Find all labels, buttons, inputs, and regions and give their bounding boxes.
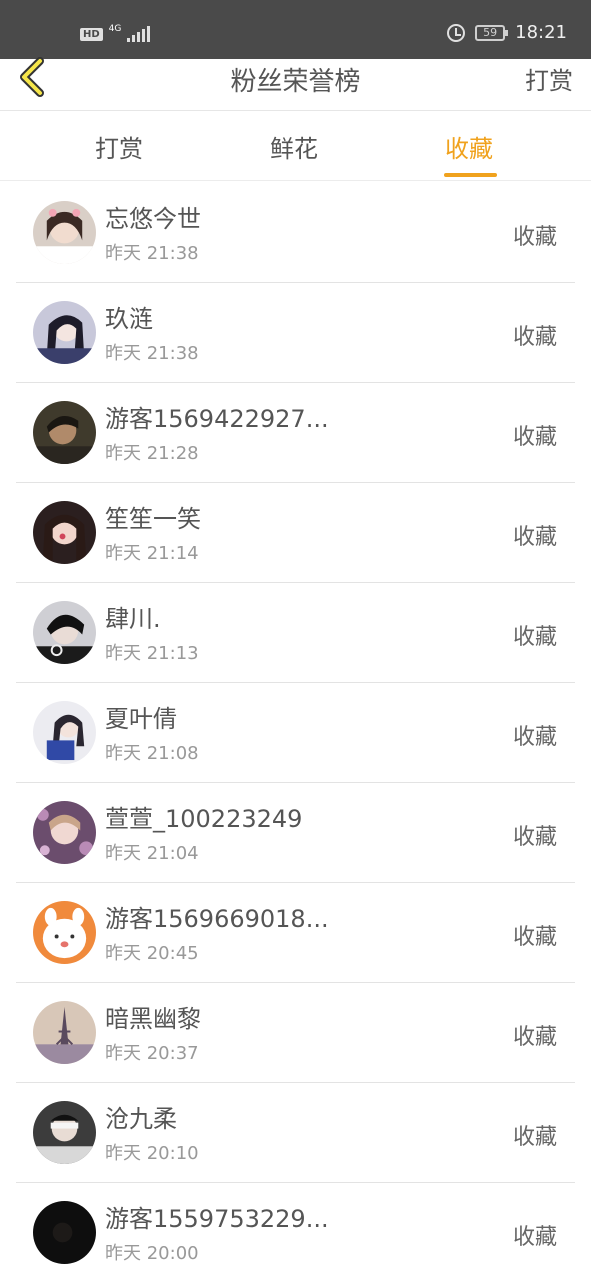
user-name: 游客1559753229... xyxy=(105,1205,329,1233)
page-title: 粉丝荣誉榜 xyxy=(230,67,361,97)
user-name: 笙笙一笑 xyxy=(105,505,201,533)
tab-reward[interactable]: 打赏 xyxy=(95,129,143,164)
timestamp: 昨天 21:04 xyxy=(105,843,199,864)
timestamp: 昨天 20:10 xyxy=(105,1143,199,1164)
list-item[interactable]: 笙笙一笑 昨天 21:14 收藏 xyxy=(0,483,591,583)
status-bar: HD 4G 59 18:21 xyxy=(0,0,591,59)
action-label: 收藏 xyxy=(512,525,557,550)
avatar xyxy=(33,801,96,864)
avatar xyxy=(33,901,96,964)
active-tab-indicator xyxy=(444,173,497,177)
user-name: 游客1569422927... xyxy=(105,405,329,433)
avatar xyxy=(33,1201,96,1264)
tab-bar: 打赏 鲜花 收藏 xyxy=(0,111,591,181)
battery-icon: 59 xyxy=(475,24,509,41)
hd-badge: HD xyxy=(80,27,103,41)
list-item[interactable]: 游客1559753229... 昨天 20:00 收藏 xyxy=(0,1183,591,1280)
avatar xyxy=(33,701,96,764)
list-item[interactable]: 玖涟 昨天 21:38 收藏 xyxy=(0,283,591,383)
action-label: 收藏 xyxy=(512,725,557,750)
timestamp: 昨天 20:37 xyxy=(105,1043,199,1064)
signal-icon xyxy=(127,26,151,42)
user-name: 玖涟 xyxy=(105,305,153,333)
avatar xyxy=(33,401,96,464)
list-item[interactable]: 沧九柔 昨天 20:10 收藏 xyxy=(0,1083,591,1183)
action-label: 收藏 xyxy=(512,925,557,950)
list-item[interactable]: 游客1569669018... 昨天 20:45 收藏 xyxy=(0,883,591,983)
action-label: 收藏 xyxy=(512,1125,557,1150)
user-name: 夏叶倩 xyxy=(105,705,177,733)
avatar xyxy=(33,201,96,264)
action-label: 收藏 xyxy=(512,425,557,450)
clock: 18:21 xyxy=(515,22,567,43)
status-left: HD 4G xyxy=(80,23,151,42)
avatar xyxy=(33,1101,96,1164)
network-label: 4G xyxy=(108,23,122,34)
nav-bar: 粉丝荣誉榜 打赏 xyxy=(0,57,591,111)
timestamp: 昨天 20:00 xyxy=(105,1243,199,1264)
list-item[interactable]: 忘悠今世 昨天 21:38 收藏 xyxy=(0,183,591,283)
tab-favorites[interactable]: 收藏 xyxy=(445,129,493,164)
timestamp: 昨天 21:38 xyxy=(105,243,199,264)
avatar xyxy=(33,1001,96,1064)
reward-button[interactable]: 打赏 xyxy=(525,61,573,96)
tab-flowers[interactable]: 鲜花 xyxy=(270,129,318,164)
list-item[interactable]: 肆川. 昨天 21:13 收藏 xyxy=(0,583,591,683)
user-name: 暗黑幽黎 xyxy=(105,1005,201,1033)
avatar xyxy=(33,601,96,664)
timestamp: 昨天 21:08 xyxy=(105,743,199,764)
timestamp: 昨天 20:45 xyxy=(105,943,199,964)
action-label: 收藏 xyxy=(512,825,557,850)
avatar xyxy=(33,301,96,364)
user-name: 肆川. xyxy=(105,605,161,633)
list-item[interactable]: 萱萱_100223249 昨天 21:04 收藏 xyxy=(0,783,591,883)
status-right: 59 18:21 xyxy=(447,22,567,43)
action-label: 收藏 xyxy=(512,325,557,350)
fan-list: 忘悠今世 昨天 21:38 收藏 玖涟 昨天 21:38 收藏 游客156942… xyxy=(0,183,591,1280)
user-name: 游客1569669018... xyxy=(105,905,329,933)
user-name: 萱萱_100223249 xyxy=(105,805,303,833)
list-item[interactable]: 游客1569422927... 昨天 21:28 收藏 xyxy=(0,383,591,483)
action-label: 收藏 xyxy=(512,625,557,650)
list-item[interactable]: 暗黑幽黎 昨天 20:37 收藏 xyxy=(0,983,591,1083)
action-label: 收藏 xyxy=(512,1025,557,1050)
user-name: 沧九柔 xyxy=(105,1105,177,1133)
timestamp: 昨天 21:38 xyxy=(105,343,199,364)
timestamp: 昨天 21:28 xyxy=(105,443,199,464)
timestamp: 昨天 21:13 xyxy=(105,643,199,664)
avatar xyxy=(33,501,96,564)
action-label: 收藏 xyxy=(512,1225,557,1250)
alarm-icon xyxy=(447,23,466,42)
list-item[interactable]: 夏叶倩 昨天 21:08 收藏 xyxy=(0,683,591,783)
timestamp: 昨天 21:14 xyxy=(105,543,199,564)
action-label: 收藏 xyxy=(512,225,557,250)
user-name: 忘悠今世 xyxy=(105,205,201,233)
